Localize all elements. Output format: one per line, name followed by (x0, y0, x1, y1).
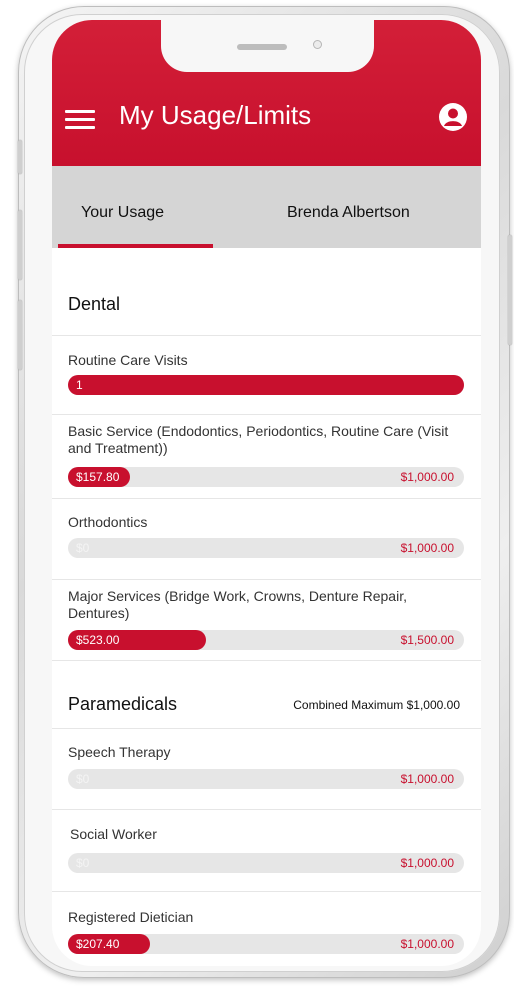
usage-bar: $157.80 $1,000.00 (68, 467, 464, 487)
usage-bar: 1 (68, 375, 464, 395)
usage-item-label: Orthodontics (68, 514, 148, 530)
usage-used-value: $0 (76, 856, 90, 870)
active-tab-indicator (58, 244, 213, 248)
hamburger-menu-icon[interactable] (65, 110, 95, 130)
usage-bar: $0 $1,000.00 (68, 769, 464, 789)
usage-bar: $0 $1,000.00 (68, 538, 464, 558)
divider (52, 809, 481, 810)
usage-used-value: 1 (76, 378, 83, 392)
usage-bar: $523.00 $1,500.00 (68, 630, 464, 650)
front-camera (313, 40, 322, 49)
divider (52, 728, 481, 729)
usage-limit-value: $1,000.00 (400, 470, 454, 484)
divider (52, 891, 481, 892)
divider (52, 414, 481, 415)
tab-bar: Your Usage Brenda Albertson (52, 166, 481, 248)
phone-volume-up-button (18, 210, 22, 280)
phone-volume-down-button (18, 300, 22, 370)
usage-limit-value: $1,000.00 (400, 772, 454, 786)
usage-item-label: Registered Dietician (68, 909, 194, 925)
phone-mute-switch (18, 140, 22, 174)
usage-used-value: $0 (76, 541, 90, 555)
usage-bar: $207.40 $1,000.00 (68, 934, 464, 954)
usage-used-value: $207.40 (76, 937, 120, 951)
phone-notch (161, 20, 374, 72)
phone-power-button (508, 235, 512, 345)
combined-maximum-text: Combined Maximum $1,000.00 (293, 698, 460, 712)
divider (52, 579, 481, 580)
usage-limit-value: $1,000.00 (400, 937, 454, 951)
usage-item-label: Speech Therapy (68, 744, 171, 760)
usage-bar: $0 $1,000.00 (68, 853, 464, 873)
divider (52, 498, 481, 499)
usage-limit-value: $1,000.00 (400, 856, 454, 870)
usage-used-value: $157.80 (76, 470, 120, 484)
usage-limit-value: $1,500.00 (400, 633, 454, 647)
divider (52, 335, 481, 336)
tab-brenda-albertson[interactable]: Brenda Albertson (287, 204, 410, 222)
usage-item-label: Major Services (Bridge Work, Crowns, Den… (68, 588, 407, 621)
usage-item-label: Routine Care Visits (68, 352, 188, 368)
usage-limit-value: $1,000.00 (400, 541, 454, 555)
app-screen: My Usage/Limits Your Usage Brenda Albert… (52, 20, 481, 966)
speaker-grille (237, 44, 287, 50)
usage-bar-fill (68, 375, 464, 395)
usage-used-value: $523.00 (76, 633, 120, 647)
section-heading-dental: Dental (68, 294, 121, 314)
usage-item-label: Social Worker (70, 826, 157, 842)
page-title: My Usage/Limits (119, 100, 312, 130)
usage-item-label: Basic Service (Endodontics, Periodontics… (68, 423, 449, 456)
divider (52, 660, 481, 661)
user-circle-icon[interactable] (438, 102, 468, 132)
section-heading-paramedicals: Paramedicals (68, 694, 178, 714)
usage-used-value: $0 (76, 772, 90, 786)
tab-your-usage[interactable]: Your Usage (81, 204, 164, 222)
